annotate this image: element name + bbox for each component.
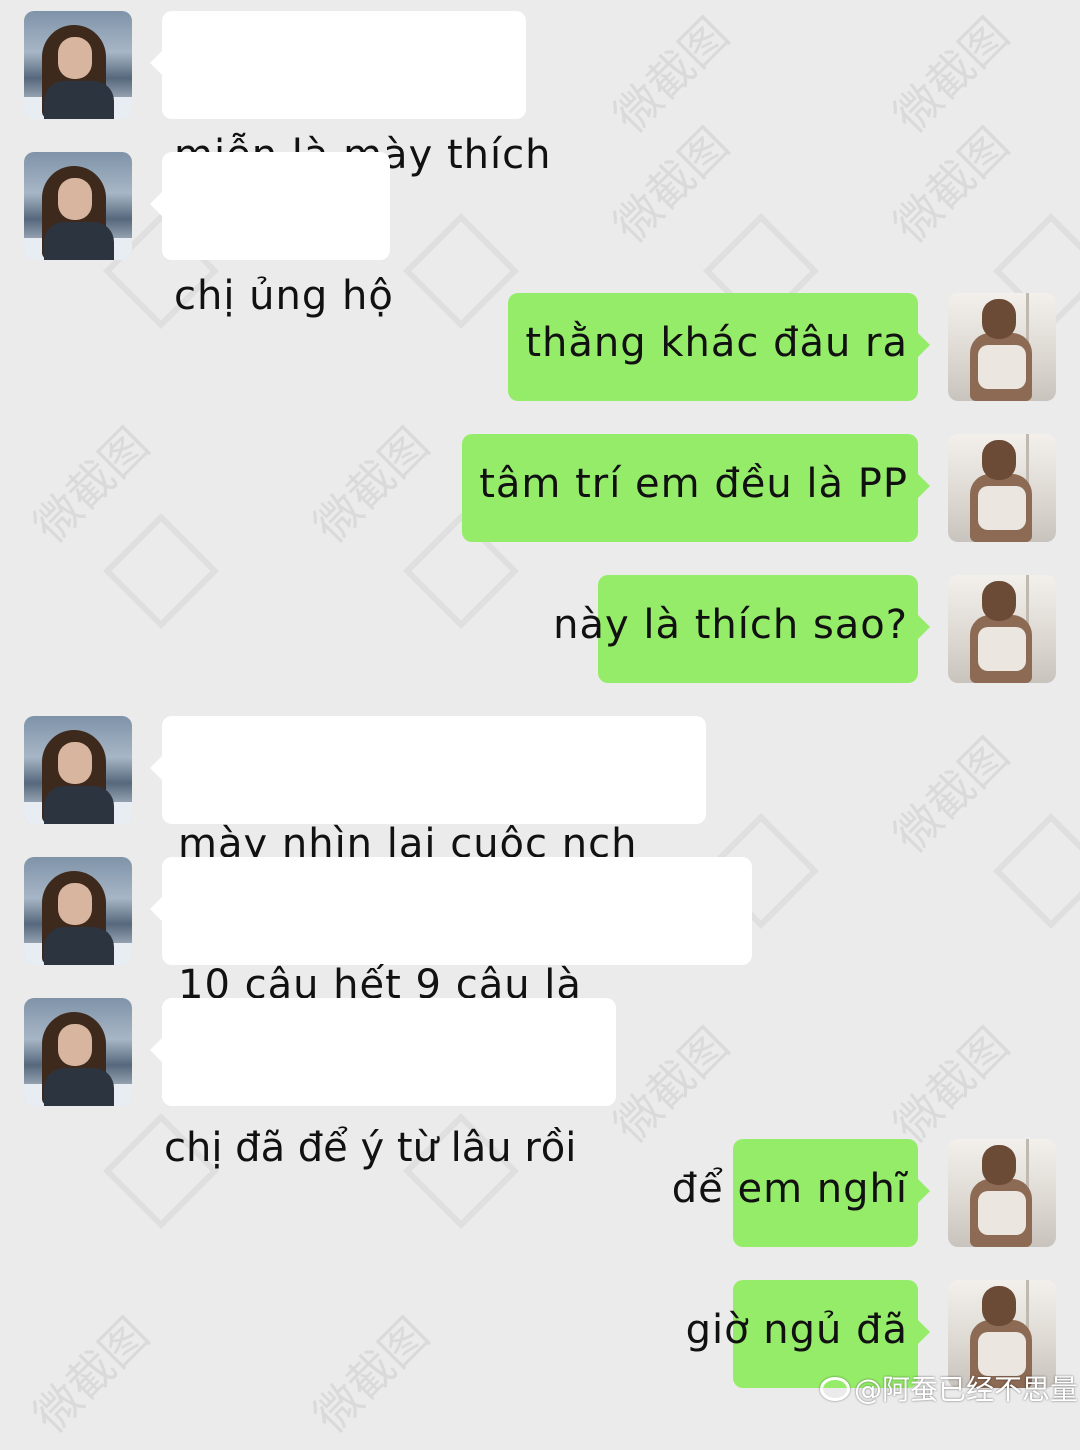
message-row-incoming: 10 câu hết 9 câu là nhắc đến PP bbox=[0, 857, 1080, 1056]
weibo-watermark: @阿蚕已经不思量 bbox=[820, 1368, 1078, 1408]
message-text: này là thích sao? bbox=[553, 602, 908, 648]
contact-avatar[interactable] bbox=[24, 998, 132, 1106]
contact-avatar[interactable] bbox=[24, 11, 132, 119]
message-row-incoming: chị ủng hộ bbox=[0, 152, 1080, 319]
message-row-outgoing: này là thích sao? bbox=[0, 575, 1080, 683]
weibo-logo-icon bbox=[820, 1377, 850, 1401]
message-bubble[interactable]: chị đã để ý từ lâu rồi bbox=[150, 998, 616, 1171]
message-row-outgoing: để em nghĩ bbox=[0, 1139, 1080, 1247]
message-bubble[interactable]: thằng khác đâu ra bbox=[508, 293, 930, 401]
contact-avatar[interactable] bbox=[24, 716, 132, 824]
message-row-outgoing: thằng khác đâu ra bbox=[0, 293, 1080, 401]
message-bubble[interactable]: mày nhìn lại cuộc nch giữa chúng ta bbox=[150, 716, 706, 915]
contact-avatar[interactable] bbox=[24, 152, 132, 260]
message-text: giờ ngủ đã bbox=[685, 1307, 908, 1353]
message-text: để em nghĩ bbox=[671, 1166, 908, 1212]
message-row-incoming: chị đã để ý từ lâu rồi bbox=[0, 998, 1080, 1171]
user-avatar[interactable] bbox=[948, 575, 1056, 683]
message-row-incoming: mày nhìn lại cuộc nch giữa chúng ta bbox=[0, 716, 1080, 915]
message-row-outgoing: tâm trí em đều là PP bbox=[0, 434, 1080, 542]
message-bubble[interactable]: 10 câu hết 9 câu là nhắc đến PP bbox=[150, 857, 752, 1056]
message-bubble[interactable]: chị ủng hộ bbox=[150, 152, 393, 319]
message-bubble[interactable]: miễn là mày thích bbox=[150, 11, 550, 178]
user-avatar[interactable] bbox=[948, 1139, 1056, 1247]
user-avatar[interactable] bbox=[948, 293, 1056, 401]
weibo-handle: @阿蚕已经不思量 bbox=[854, 1373, 1079, 1406]
message-bubble[interactable]: này là thích sao? bbox=[553, 575, 930, 683]
contact-avatar[interactable] bbox=[24, 857, 132, 965]
message-bubble[interactable]: tâm trí em đều là PP bbox=[462, 434, 930, 542]
message-bubble[interactable]: để em nghĩ bbox=[672, 1139, 930, 1247]
message-row-incoming: miễn là mày thích bbox=[0, 11, 1080, 178]
user-avatar[interactable] bbox=[948, 434, 1056, 542]
message-text: thằng khác đâu ra bbox=[525, 320, 908, 366]
message-text: tâm trí em đều là PP bbox=[479, 461, 908, 507]
